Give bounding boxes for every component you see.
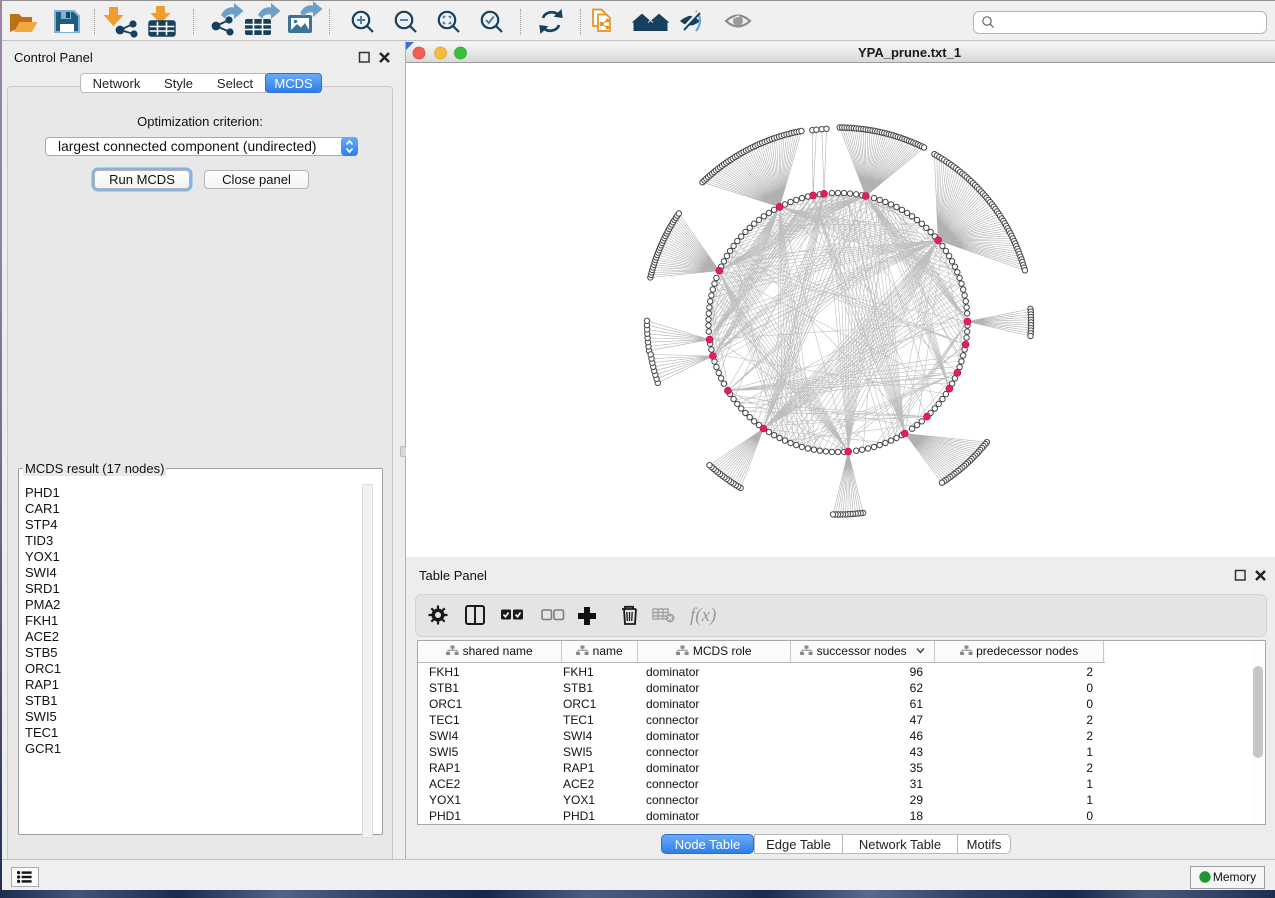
svg-text:f(x): f(x)	[690, 605, 716, 626]
